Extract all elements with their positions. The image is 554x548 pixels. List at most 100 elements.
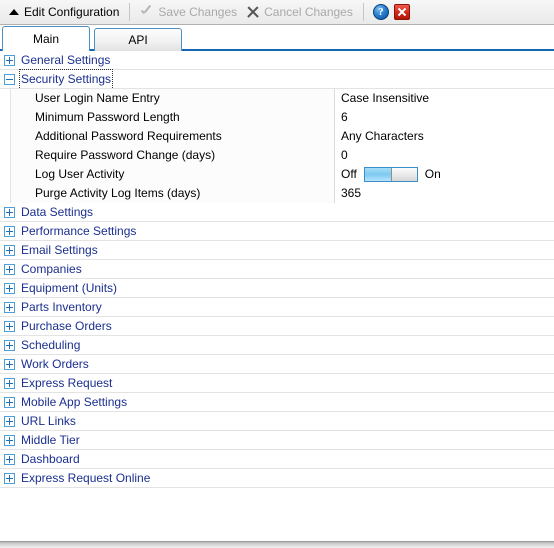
close-icon[interactable]	[393, 4, 410, 20]
toggle-on-label: On	[424, 167, 441, 181]
toolbar-icon-group: ?	[369, 2, 414, 22]
setting-row-log-user-activity[interactable]: Log User Activity Off On	[0, 164, 554, 184]
expand-icon[interactable]	[4, 225, 15, 237]
setting-value-cell[interactable]: Case Insensitive	[335, 88, 554, 108]
setting-value-text: 365	[341, 186, 362, 200]
window-bottom-edge	[0, 542, 554, 548]
toolbar-separator-1	[129, 3, 131, 21]
tree-group-label: General Settings	[21, 52, 111, 67]
tree-group-row-express-request-online[interactable]: Express Request Online	[0, 469, 554, 488]
expand-icon[interactable]	[4, 54, 15, 66]
tree-group-label: Data Settings	[21, 204, 94, 219]
expand-icon[interactable]	[4, 206, 15, 218]
tab-main[interactable]: Main	[2, 26, 90, 51]
tree-group-label: Mobile App Settings	[21, 394, 128, 409]
tree-indent-guide	[0, 164, 11, 184]
tree-group-label: Companies	[21, 261, 82, 276]
tree-group-row-security-settings[interactable]: Security Settings	[0, 68, 554, 90]
tree-indent-guide	[0, 107, 11, 127]
tree-group-row-express-request[interactable]: Express Request	[0, 374, 554, 393]
tree-group-label: Purchase Orders	[21, 318, 112, 333]
expand-icon[interactable]	[4, 377, 15, 389]
tree-group-row-middle-tier[interactable]: Middle Tier	[0, 431, 554, 450]
expand-icon[interactable]	[4, 263, 15, 275]
tree-group-label: Equipment (Units)	[21, 280, 118, 295]
setting-value-text: Any Characters	[341, 129, 424, 143]
setting-label: Require Password Change (days)	[11, 145, 335, 165]
cancel-changes-button[interactable]: Cancel Changes	[242, 2, 358, 22]
edit-configuration-title[interactable]: Edit Configuration	[4, 2, 124, 22]
tree-indent-guide	[0, 126, 11, 146]
expand-icon[interactable]	[4, 301, 15, 313]
tree-group-label: Middle Tier	[21, 432, 80, 447]
expand-icon[interactable]	[4, 282, 15, 294]
save-changes-button[interactable]: Save Changes	[135, 2, 242, 22]
tree-group-row-parts-inventory[interactable]: Parts Inventory	[0, 298, 554, 317]
tree-group-row-work-orders[interactable]: Work Orders	[0, 355, 554, 374]
setting-value-cell[interactable]: 365	[335, 183, 554, 203]
setting-row-user-login-name-entry[interactable]: User Login Name Entry Case Insensitive	[0, 88, 554, 108]
triangle-up-icon	[9, 9, 19, 15]
tree-group-label: URL Links	[21, 413, 76, 428]
tree-group-row-purchase-orders[interactable]: Purchase Orders	[0, 317, 554, 336]
tab-strip: Main API	[0, 25, 554, 51]
setting-row-purge-activity-log-items-days[interactable]: Purge Activity Log Items (days) 365	[0, 183, 554, 203]
x-icon	[247, 6, 259, 18]
setting-value-text: Case Insensitive	[341, 91, 430, 105]
tree-indent-guide	[0, 88, 11, 108]
log-user-activity-toggle[interactable]	[363, 166, 418, 182]
expand-icon[interactable]	[4, 244, 15, 256]
tree-indent-guide	[0, 145, 11, 165]
check-icon	[140, 6, 153, 19]
setting-label: User Login Name Entry	[11, 88, 335, 108]
expand-icon[interactable]	[4, 415, 15, 427]
setting-label: Log User Activity	[11, 164, 335, 184]
tree-group-row-performance-settings[interactable]: Performance Settings	[0, 222, 554, 241]
toggle-thumb[interactable]	[390, 167, 417, 181]
tree-group-row-companies[interactable]: Companies	[0, 260, 554, 279]
tree-group-label: Work Orders	[21, 356, 89, 371]
tree-group-label: Parts Inventory	[21, 299, 102, 314]
tree-group-label: Security Settings	[18, 68, 114, 90]
setting-value-cell[interactable]: 6	[335, 107, 554, 127]
tree-group-row-mobile-app-settings[interactable]: Mobile App Settings	[0, 393, 554, 412]
expand-icon[interactable]	[4, 358, 15, 370]
setting-value-cell[interactable]: 0	[335, 145, 554, 165]
setting-row-minimum-password-length[interactable]: Minimum Password Length 6	[0, 107, 554, 127]
settings-tree-grid[interactable]: General Settings Security Settings User Lo…	[0, 51, 554, 542]
tree-group-label: Email Settings	[21, 242, 98, 257]
expand-icon[interactable]	[4, 339, 15, 351]
tree-group-row-equipment-units[interactable]: Equipment (Units)	[0, 279, 554, 298]
setting-row-require-password-change-days[interactable]: Require Password Change (days) 0	[0, 145, 554, 165]
tree-group-row-general-settings[interactable]: General Settings	[0, 51, 554, 70]
expand-icon[interactable]	[4, 453, 15, 465]
tree-group-row-email-settings[interactable]: Email Settings	[0, 241, 554, 260]
expand-icon[interactable]	[4, 472, 15, 484]
toggle-switch-group[interactable]: Off On	[341, 165, 441, 183]
setting-value-text: 6	[341, 110, 348, 124]
expand-icon[interactable]	[4, 396, 15, 408]
tree-group-row-url-links[interactable]: URL Links	[0, 412, 554, 431]
toggle-off-label: Off	[341, 167, 357, 181]
expand-icon[interactable]	[4, 434, 15, 446]
setting-label: Minimum Password Length	[11, 107, 335, 127]
empty-grid-area	[0, 488, 554, 541]
tab-api[interactable]: API	[94, 28, 182, 51]
save-changes-label: Save Changes	[158, 5, 238, 19]
tree-group-row-scheduling[interactable]: Scheduling	[0, 336, 554, 355]
setting-label: Purge Activity Log Items (days)	[11, 183, 335, 203]
tree-group-row-dashboard[interactable]: Dashboard	[0, 450, 554, 469]
setting-row-additional-password-requirements[interactable]: Additional Password Requirements Any Char…	[0, 126, 554, 146]
tree-group-row-data-settings[interactable]: Data Settings	[0, 203, 554, 222]
setting-value-cell[interactable]: Any Characters	[335, 126, 554, 146]
tree-group-label: Performance Settings	[21, 223, 137, 238]
expand-icon[interactable]	[4, 320, 15, 332]
cancel-changes-label: Cancel Changes	[264, 5, 353, 19]
setting-value-cell[interactable]: Off On	[335, 164, 554, 184]
toolbar-title-group: Edit Configuration	[4, 0, 124, 24]
help-icon[interactable]: ?	[372, 4, 389, 20]
tree-group-label: Scheduling	[21, 337, 81, 352]
collapse-icon[interactable]	[4, 73, 15, 85]
toggle-track	[364, 167, 391, 181]
tree-indent-guide	[0, 183, 11, 203]
